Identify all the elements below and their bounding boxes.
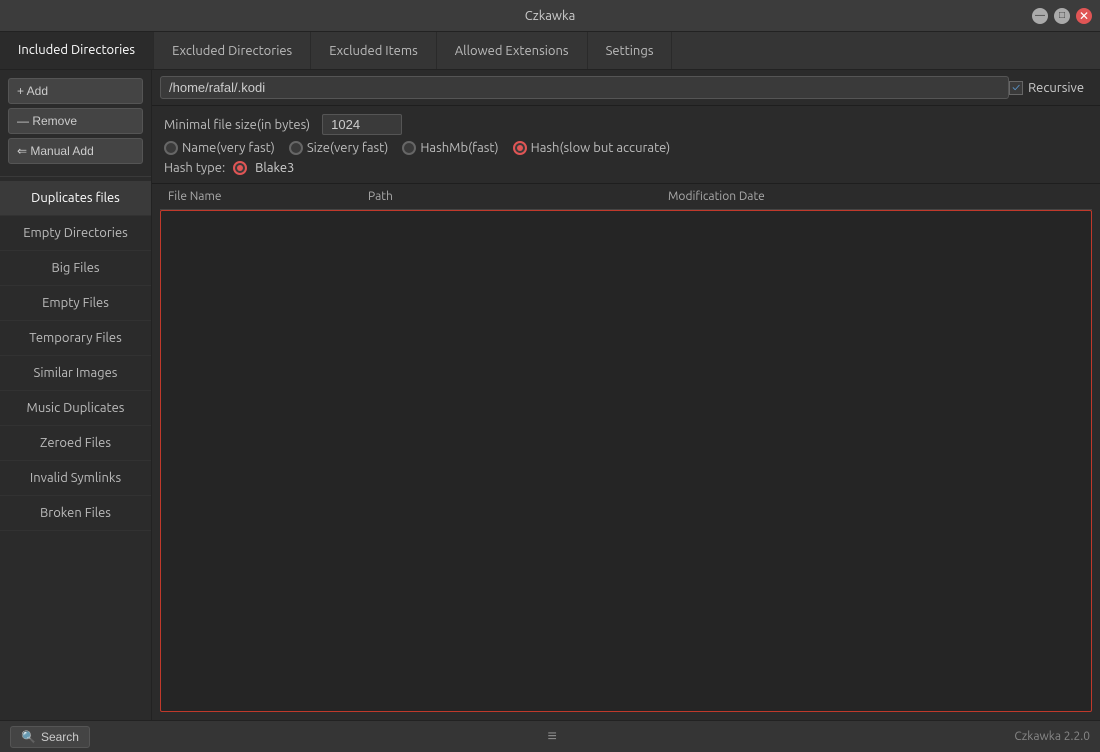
radio-hash[interactable]: Hash(slow but accurate) <box>513 141 671 155</box>
sidebar-item-music-duplicates[interactable]: Music Duplicates <box>0 391 151 426</box>
col-modification-date: Modification Date <box>660 188 1092 205</box>
remove-button[interactable]: — Remove <box>8 108 143 134</box>
radio-size[interactable]: Size(very fast) <box>289 141 389 155</box>
tab-excluded-items[interactable]: Excluded Items <box>311 32 437 69</box>
tab-bar: Included Directories Excluded Directorie… <box>0 32 1100 70</box>
sidebar-item-duplicates[interactable]: Duplicates files <box>0 181 151 216</box>
main-layout: + Add — Remove ⇐ Manual Add Duplicates f… <box>0 70 1100 720</box>
tab-included-directories[interactable]: Included Directories <box>0 32 154 69</box>
radio-name-circle <box>164 141 178 155</box>
directory-path-input[interactable] <box>160 76 1009 99</box>
search-button[interactable]: 🔍 Search <box>10 726 90 748</box>
table-header: File Name Path Modification Date <box>160 184 1092 210</box>
hash-type-row: Hash type: Blake3 <box>164 161 1088 175</box>
window-controls: — □ ✕ <box>1032 8 1092 24</box>
col-path: Path <box>360 188 660 205</box>
sidebar-action-buttons: + Add — Remove ⇐ Manual Add <box>0 70 151 172</box>
search-label: Search <box>41 730 79 744</box>
app-title: Czkawka <box>525 9 576 23</box>
min-file-size-label: Minimal file size(in bytes) <box>164 118 310 132</box>
close-button[interactable]: ✕ <box>1076 8 1092 24</box>
tool-list: Duplicates files Empty Directories Big F… <box>0 181 151 720</box>
min-file-size-input[interactable] <box>322 114 402 135</box>
titlebar: Czkawka — □ ✕ <box>0 0 1100 32</box>
hash-type-label: Hash type: <box>164 161 225 175</box>
sidebar-divider <box>0 176 151 177</box>
status-bar: 🔍 Search ≡ Czkawka 2.2.0 <box>0 720 1100 752</box>
recursive-checkbox[interactable] <box>1009 81 1023 95</box>
recursive-label: Recursive <box>1028 81 1084 95</box>
sidebar-item-similar-images[interactable]: Similar Images <box>0 356 151 391</box>
sidebar-item-temporary-files[interactable]: Temporary Files <box>0 321 151 356</box>
sidebar-item-big-files[interactable]: Big Files <box>0 251 151 286</box>
col-file-name: File Name <box>160 188 360 205</box>
sidebar-item-broken-files[interactable]: Broken Files <box>0 496 151 531</box>
tab-settings[interactable]: Settings <box>588 32 673 69</box>
blake3-radio[interactable] <box>233 161 247 175</box>
manual-add-button[interactable]: ⇐ Manual Add <box>8 138 143 164</box>
path-bar: Recursive <box>152 70 1100 106</box>
sidebar-item-empty-files[interactable]: Empty Files <box>0 286 151 321</box>
radio-hashmb[interactable]: HashMb(fast) <box>402 141 498 155</box>
content-area: Recursive Minimal file size(in bytes) Na… <box>152 70 1100 720</box>
blake3-label: Blake3 <box>255 161 294 175</box>
radio-hash-circle <box>513 141 527 155</box>
minimize-button[interactable]: — <box>1032 8 1048 24</box>
radio-size-circle <box>289 141 303 155</box>
tab-excluded-directories[interactable]: Excluded Directories <box>154 32 311 69</box>
radio-hashmb-circle <box>402 141 416 155</box>
hash-method-group: Name(very fast) Size(very fast) HashMb(f… <box>164 141 670 155</box>
file-size-row: Minimal file size(in bytes) <box>164 114 1088 135</box>
sidebar-item-invalid-symlinks[interactable]: Invalid Symlinks <box>0 461 151 496</box>
radio-name-label: Name(very fast) <box>182 141 275 155</box>
radio-hash-label: Hash(slow but accurate) <box>531 141 671 155</box>
tab-allowed-extensions[interactable]: Allowed Extensions <box>437 32 588 69</box>
options-section: Minimal file size(in bytes) Name(very fa… <box>152 106 1100 184</box>
version-label: Czkawka 2.2.0 <box>1014 730 1090 743</box>
sidebar-item-empty-directories[interactable]: Empty Directories <box>0 216 151 251</box>
radio-hashmb-label: HashMb(fast) <box>420 141 498 155</box>
search-icon: 🔍 <box>21 730 36 744</box>
hash-method-row: Name(very fast) Size(very fast) HashMb(f… <box>164 141 1088 155</box>
sidebar: + Add — Remove ⇐ Manual Add Duplicates f… <box>0 70 152 720</box>
add-button[interactable]: + Add <box>8 78 143 104</box>
radio-size-label: Size(very fast) <box>307 141 389 155</box>
maximize-button[interactable]: □ <box>1054 8 1070 24</box>
sidebar-item-zeroed-files[interactable]: Zeroed Files <box>0 426 151 461</box>
results-table-container: File Name Path Modification Date <box>152 184 1100 720</box>
menu-icon[interactable]: ≡ <box>542 725 563 748</box>
radio-name[interactable]: Name(very fast) <box>164 141 275 155</box>
results-table-body <box>160 210 1092 712</box>
recursive-option: Recursive <box>1009 81 1092 95</box>
